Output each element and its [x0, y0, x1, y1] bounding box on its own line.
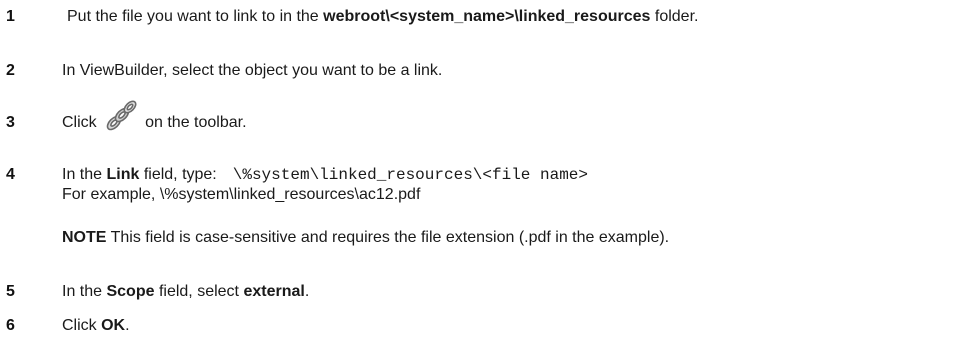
step-number: 5: [6, 283, 15, 300]
folder-path: webroot\<system_name>\linked_resources: [323, 8, 651, 25]
step-text: Click OK.: [62, 316, 130, 336]
option-value: external: [243, 283, 305, 300]
step-number: 6: [6, 317, 15, 334]
step-text: Put the file you want to link to in the …: [67, 7, 698, 27]
step-text-part: .: [304, 283, 310, 300]
field-name: Link: [106, 166, 140, 183]
note-body: This field is case-sensitive and require…: [106, 229, 670, 246]
step-text-part: folder.: [650, 8, 699, 25]
step-text-part: In the: [62, 166, 107, 183]
step-text: In the Scope field, select external.: [62, 282, 309, 302]
step-text-part: Click: [62, 317, 102, 334]
field-name: Scope: [106, 283, 155, 300]
step-4: 4 In the Link field, type: \%system\linke…: [0, 165, 961, 205]
step-text-part: Click: [62, 114, 102, 131]
step-number: 1: [6, 8, 15, 25]
note-label: NOTE: [62, 229, 107, 246]
step-number: 4: [6, 166, 15, 183]
example-text: For example, \%system\linked_resources\a…: [62, 186, 421, 203]
step-text-part: Put the file you want to link to in the: [67, 8, 324, 25]
link-chain-icon: [103, 99, 139, 133]
step-text-part: .: [125, 317, 130, 334]
step-text: In the Link field, type: \%system\linked_…: [62, 165, 588, 185]
button-name: OK: [101, 317, 126, 334]
note-text: NOTE This field is case-sensitive and re…: [62, 228, 669, 248]
step-text-part: field, type:: [139, 166, 217, 183]
code-path: \%system\linked_resources\<file name>: [232, 166, 589, 184]
step-number: 2: [6, 62, 15, 79]
step-number: 3: [6, 114, 15, 131]
step-text-part: field, select: [154, 283, 244, 300]
step-text-part: on the toolbar.: [145, 114, 247, 131]
step-text-part: In the: [62, 283, 107, 300]
step-text: Click on the toolbar.: [62, 99, 247, 133]
step-text: In ViewBuilder, select the object you wa…: [62, 62, 443, 79]
